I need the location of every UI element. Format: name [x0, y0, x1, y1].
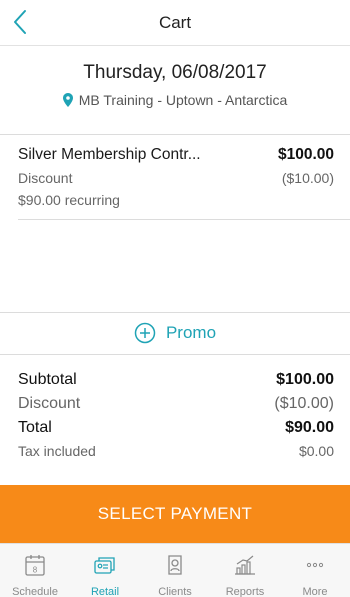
divider: [18, 219, 350, 220]
tax-label: Tax included: [18, 443, 96, 459]
booking-info: Thursday, 06/08/2017 MB Training - Uptow…: [0, 62, 350, 108]
svg-text:8: 8: [33, 566, 38, 575]
divider: [0, 354, 350, 355]
tab-label: More: [302, 586, 328, 597]
subtotal-value: $100.00: [276, 371, 334, 388]
tax-value: $0.00: [298, 443, 334, 459]
tab-label: Schedule: [12, 586, 58, 597]
location-pin-icon: [62, 93, 73, 107]
tab-label: Reports: [225, 586, 265, 597]
select-payment-button[interactable]: SELECT PAYMENT: [0, 485, 350, 543]
discount-label: Discount: [18, 395, 81, 412]
calendar-icon: 8: [23, 553, 47, 582]
promo-button[interactable]: Promo: [0, 312, 350, 354]
reports-chart-icon: [233, 553, 257, 582]
tab-retail[interactable]: Retail: [70, 544, 140, 597]
nav-header: Cart: [0, 0, 350, 46]
page-title: Cart: [158, 13, 192, 32]
discount-row: Discount ($10.00): [18, 395, 334, 413]
tab-clients[interactable]: Clients: [140, 544, 210, 597]
tab-schedule[interactable]: 8 Schedule: [0, 544, 70, 597]
cart-item[interactable]: Silver Membership Contr... $100.00 Disco…: [18, 146, 334, 208]
item-name: Silver Membership Contr...: [18, 146, 201, 163]
tab-more[interactable]: More: [280, 544, 350, 597]
retail-icon: [93, 553, 117, 582]
tab-label: Clients: [158, 586, 192, 597]
subtotal-row: Subtotal $100.00: [18, 371, 334, 389]
item-recurring: $90.00 recurring: [18, 192, 120, 208]
subtotal-label: Subtotal: [18, 371, 77, 388]
tab-label: Retail: [90, 586, 120, 597]
total-row: Total $90.00: [18, 419, 334, 437]
more-dots-icon: [303, 553, 327, 582]
tab-reports[interactable]: Reports: [210, 544, 280, 597]
booking-date: Thursday, 06/08/2017: [83, 62, 267, 83]
total-label: Total: [18, 419, 52, 436]
divider: [0, 134, 350, 135]
promo-label: Promo: [165, 323, 217, 342]
item-discount-value: ($10.00): [281, 170, 334, 186]
client-icon: [163, 553, 187, 582]
tax-row: Tax included $0.00: [18, 443, 334, 459]
plus-circle-icon: [134, 322, 156, 344]
item-discount-label: Discount: [18, 170, 73, 186]
total-value: $90.00: [285, 419, 334, 436]
discount-value: ($10.00): [274, 395, 334, 412]
location-row: MB Training - Uptown - Antarctica: [0, 92, 350, 108]
location-name: MB Training - Uptown - Antarctica: [78, 92, 288, 108]
order-summary: Subtotal $100.00 Discount ($10.00) Total…: [18, 371, 334, 459]
item-price: $100.00: [277, 146, 334, 163]
tab-bar: 8 Schedule Retail Clients Reports More: [0, 543, 350, 597]
